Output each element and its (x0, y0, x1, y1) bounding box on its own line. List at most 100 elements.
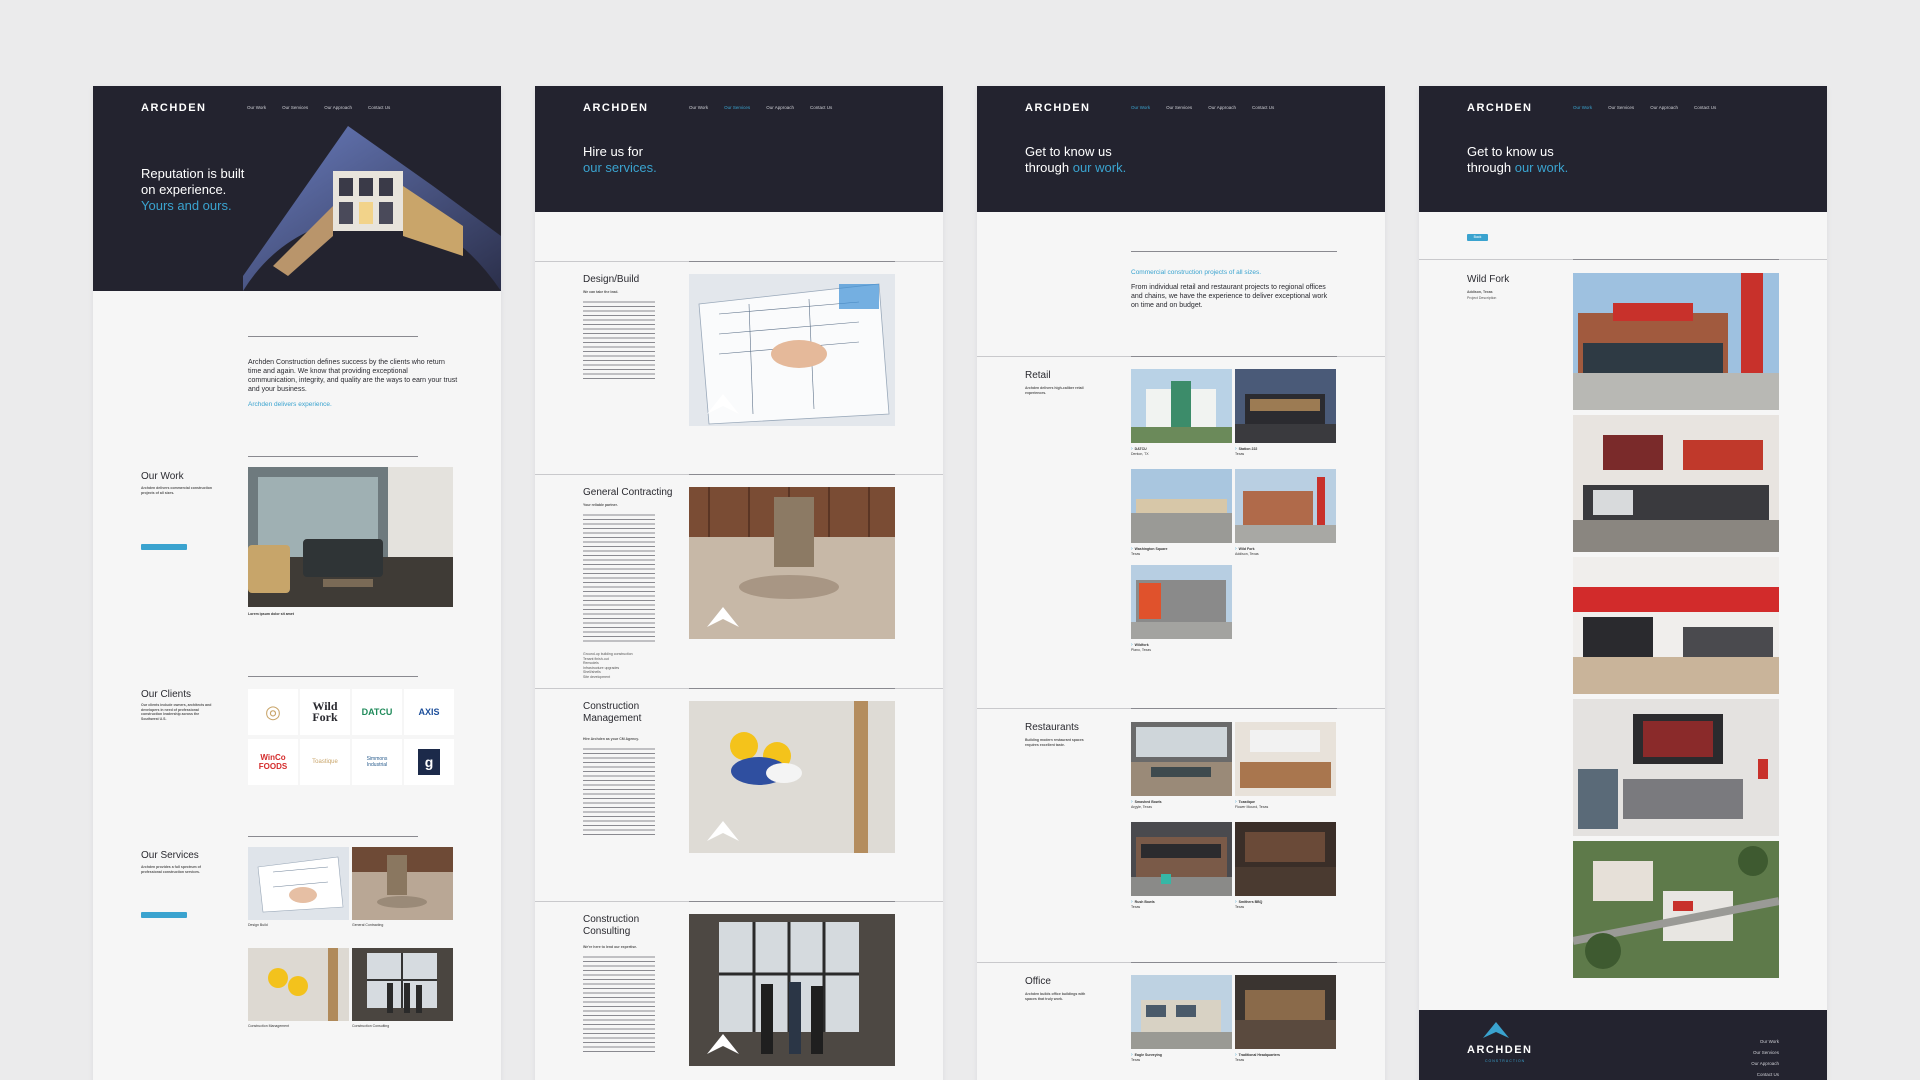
hero-title: Get to know us through our work. (1467, 144, 1568, 176)
office-thumb-eagle-surveying[interactable] (1131, 975, 1232, 1049)
office-cap-traditional-hq: › Traditional Headquarters Texas (1235, 1052, 1280, 1062)
archden-mark-icon (1483, 1022, 1509, 1038)
hero-line-1: Get to know us (1025, 144, 1112, 159)
service-sub-design-build: We can take the lead. (583, 290, 619, 294)
nav-contact-us[interactable]: Contact Us (368, 105, 390, 110)
header: ARCHDEN Our Work Our Services Our Approa… (1419, 86, 1827, 212)
footer-link-contact-us[interactable]: Contact Us (1751, 1069, 1779, 1080)
our-services-sub: Archden provides a full spectrum of prof… (141, 865, 201, 874)
retail-thumb-datcu[interactable] (1131, 369, 1232, 443)
project-description: Project Description (1467, 296, 1497, 300)
logo[interactable]: ARCHDEN (141, 102, 207, 114)
hero-line-1: Get to know us (1467, 144, 1554, 159)
nav-our-work[interactable]: Our Work (689, 105, 708, 110)
nav-contact-us[interactable]: Contact Us (810, 105, 832, 110)
client-logo-datcu: DATCU (352, 689, 402, 735)
client-logo-wildfork: Wild Fork (300, 689, 350, 735)
retail-cap-station-222: › Station 222 Texas (1235, 446, 1258, 456)
footer-link-our-work[interactable]: Our Work (1751, 1036, 1779, 1047)
hero-line-1: Reputation is built (141, 166, 245, 181)
service-cap-construction-consulting: Construction Consulting (352, 1024, 390, 1028)
hero-line-2: through (1025, 160, 1070, 175)
our-work-image (248, 467, 453, 607)
rest-thumb-toastique[interactable] (1235, 722, 1336, 796)
hero-line-2: our services. (583, 160, 657, 175)
project-photo-interior-2[interactable] (1573, 557, 1779, 694)
nav-our-services[interactable]: Our Services (1166, 105, 1192, 110)
logo[interactable]: ARCHDEN (1025, 102, 1091, 114)
hero-line-2: through (1467, 160, 1512, 175)
restaurants-sub: Building modern restaurant spaces requir… (1025, 738, 1084, 747)
our-work-title: Our Work (141, 471, 184, 482)
project-photo-interior-3[interactable] (1573, 699, 1779, 836)
retail-thumb-station-222[interactable] (1235, 369, 1336, 443)
service-title-construction-consulting: Construction Consulting (583, 914, 640, 937)
service-title-general-contracting: General Contracting (583, 487, 673, 498)
general-contracting-list: Ground-up building construction Tenant f… (583, 652, 633, 679)
header: ARCHDEN Our Work Our Services Our Approa… (535, 86, 943, 212)
nav-our-work[interactable]: Our Work (247, 105, 266, 110)
retail-thumb-washington-square[interactable] (1131, 469, 1232, 543)
nav-our-approach[interactable]: Our Approach (766, 105, 794, 110)
service-sub-construction-consulting: We're here to lend our expertise. (583, 945, 638, 949)
office-title: Office (1025, 976, 1051, 987)
general-contracting-text (583, 513, 655, 643)
nav-our-services[interactable]: Our Services (1608, 105, 1634, 110)
service-sub-construction-management: Hire Archden as your CM Agency. (583, 737, 639, 741)
rest-thumb-rush-bowls[interactable] (1131, 822, 1232, 896)
view-services-button[interactable] (141, 912, 187, 918)
rest-thumb-smithers-bbq[interactable] (1235, 822, 1336, 896)
retail-thumb-wildfork-plano[interactable] (1131, 565, 1232, 639)
footer-logo[interactable]: ARCHDEN (1467, 1044, 1533, 1056)
logo[interactable]: ARCHDEN (583, 102, 649, 114)
footer-link-our-services[interactable]: Our Services (1751, 1047, 1779, 1058)
service-sub-general-contracting: Your reliable partner. (583, 503, 618, 507)
service-thumb-general-contracting (352, 847, 453, 920)
nav-contact-us[interactable]: Contact Us (1252, 105, 1274, 110)
retail-cap-washington-square: › Washington Square Texas (1131, 546, 1168, 556)
panel-services: ARCHDEN Our Work Our Services Our Approa… (535, 86, 943, 1080)
project-photo-exterior[interactable] (1573, 273, 1779, 410)
project-photo-interior-1[interactable] (1573, 415, 1779, 552)
intro-text: Archden Construction defines success by … (248, 359, 458, 393)
nav-our-approach[interactable]: Our Approach (1650, 105, 1678, 110)
footer-nav: Our Work Our Services Our Approach Conta… (1751, 1036, 1779, 1080)
footer-logo-sub: CONSTRUCTION (1485, 1059, 1526, 1063)
nav: Our Work Our Services Our Approach Conta… (689, 105, 832, 110)
work-intro-text: From individual retail and restaurant pr… (1131, 284, 1328, 309)
footer-link-our-approach[interactable]: Our Approach (1751, 1058, 1779, 1069)
explore-work-button[interactable] (141, 544, 187, 550)
nav-contact-us[interactable]: Contact Us (1694, 105, 1716, 110)
client-logo-winco: WinCo FOODS (248, 739, 298, 785)
nav-our-approach[interactable]: Our Approach (1208, 105, 1236, 110)
hero-line-2: on experience. (141, 182, 227, 197)
nav-our-approach[interactable]: Our Approach (324, 105, 352, 110)
our-clients-sub: Our clients include owners, architects a… (141, 703, 212, 721)
client-logo-g: g (404, 739, 454, 785)
service-cap-construction-management: Construction Management (248, 1024, 290, 1028)
nav-our-work[interactable]: Our Work (1131, 105, 1150, 110)
construction-consulting-text (583, 955, 655, 1055)
nav-our-work[interactable]: Our Work (1573, 105, 1592, 110)
rest-cap-smithers-bbq: › Smithers BBQ Texas (1235, 899, 1263, 909)
service-title-design-build: Design/Build (583, 274, 640, 285)
panel-home: ARCHDEN Our Work Our Services Our Approa… (93, 86, 501, 1080)
general-contracting-image (689, 487, 895, 639)
back-button[interactable]: Back (1467, 234, 1488, 241)
work-intro-head: Commercial construction projects of all … (1131, 269, 1262, 276)
rest-thumb-smashed-bowls[interactable] (1131, 722, 1232, 796)
intro-link[interactable]: Archden delivers experience. (248, 401, 332, 408)
hero-title: Reputation is built on experience. Yours… (141, 166, 244, 214)
nav: Our Work Our Services Our Approach Conta… (247, 105, 390, 110)
office-thumb-traditional-hq[interactable] (1235, 975, 1336, 1049)
logo[interactable]: ARCHDEN (1467, 102, 1533, 114)
nav-our-services[interactable]: Our Services (282, 105, 308, 110)
project-photo-aerial[interactable] (1573, 841, 1779, 978)
rest-cap-toastique: › Toastique Flower Mound, Texas (1235, 799, 1269, 809)
service-thumb-construction-management (248, 948, 349, 1021)
hero-title: Hire us for our services. (583, 144, 657, 176)
client-logo-toastique: Toastique (300, 739, 350, 785)
retail-thumb-wild-fork[interactable] (1235, 469, 1336, 543)
nav-our-services[interactable]: Our Services (724, 105, 750, 110)
project-title: Wild Fork (1467, 274, 1510, 285)
